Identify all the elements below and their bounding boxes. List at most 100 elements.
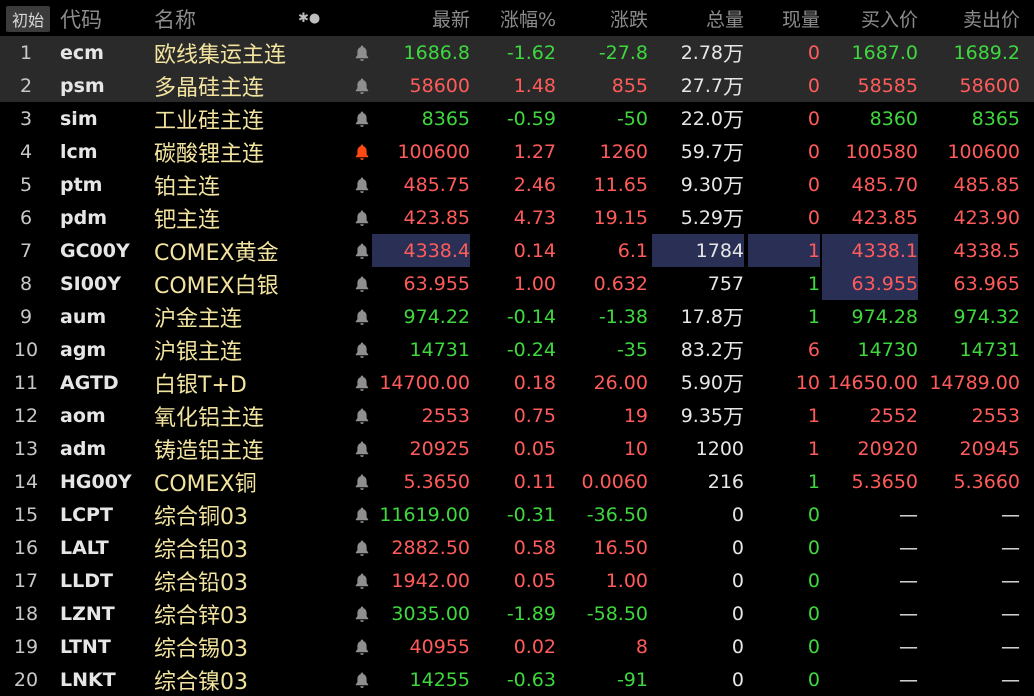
last-price: 2882.50 [391,536,470,559]
table-row[interactable]: 20 LNKT 综合镍03 14255 -0.63 -91 0 0 — — [0,663,1034,696]
volume-unit: 万 [723,305,744,330]
change-percent: -0.59 [506,107,556,130]
bell-icon[interactable] [350,234,374,267]
bell-icon[interactable] [350,498,374,531]
table-row[interactable]: 11 AGTD 白银T+D 14700.00 0.18 26.00 5.90 万 10 14650… [0,366,1034,399]
bell-icon[interactable] [350,168,374,201]
table-row[interactable]: 12 aom 氧化铝主连 2553 0.75 19 9.35 万 1 2552 2553 [0,399,1034,432]
volume-value: 1784 [695,239,744,262]
ask-price: 20945 [959,437,1020,460]
change-value: 0.0060 [581,470,648,493]
volume-value: 2.78 [680,41,723,64]
ask-price: 974.32 [953,305,1020,328]
ask-price: 2553 [971,404,1020,427]
change-percent: -0.14 [506,305,556,328]
ask-price: — [1001,569,1020,592]
symbol-code: agm [60,338,107,361]
bell-icon[interactable] [350,333,374,366]
symbol-name: 多晶硅主连 [154,75,265,101]
ask-price: 58600 [959,74,1020,97]
table-row[interactable]: 13 adm 铸造铝主连 20925 0.05 10 1200 1 20920 20945 [0,432,1034,465]
table-row[interactable]: 17 LLDT 综合铅03 1942.00 0.05 1.00 0 0 — — [0,564,1034,597]
bell-icon[interactable] [350,630,374,663]
table-row[interactable]: 8 SI00Y COMEX白银 63.955 1.00 0.632 757 1 63.955 63… [0,267,1034,300]
bell-icon[interactable] [350,69,374,102]
change-value: 11.65 [593,173,648,196]
header-last[interactable]: 最新 [372,2,470,35]
total-volume: 22.0 万 [652,102,744,135]
last-price: 974.22 [403,305,470,328]
table-row[interactable]: 7 GC00Y COMEX黄金 4338.4 0.14 6.1 1784 1 4338.1 433… [0,234,1034,267]
table-row[interactable]: 4 lcm 碳酸锂主连 100600 1.27 1260 59.7 万 0 100580 10060… [0,135,1034,168]
volume-unit: 万 [723,338,744,363]
table-row[interactable]: 19 LTNT 综合锡03 40955 0.02 8 0 0 — — [0,630,1034,663]
change-value: 8 [635,635,648,658]
table-row[interactable]: 2 psm 多晶硅主连 58600 1.48 855 27.7 万 0 58585 58600 [0,69,1034,102]
change-percent: 0.05 [513,569,556,592]
row-index: 16 [13,536,39,559]
last-price: 11619.00 [379,503,470,526]
table-row[interactable]: 6 pdm 钯主连 423.85 4.73 19.15 5.29 万 0 423.85 423.90 [0,201,1034,234]
row-index: 8 [19,272,33,295]
total-volume: 0 [652,531,744,564]
bell-icon[interactable] [350,663,374,696]
init-button[interactable]: 初始 [6,6,50,32]
header-chg[interactable]: 涨跌 [560,2,648,35]
change-percent: -1.62 [506,41,556,64]
header-volume[interactable]: 总量 [652,2,744,35]
last-price: 14731 [409,338,470,361]
table-row[interactable]: 1 ecm 欧线集运主连 1686.8 -1.62 -27.8 2.78 万 0 1687.0 16… [0,36,1034,69]
header-pct[interactable]: 涨幅% [474,2,556,35]
bell-icon[interactable] [350,201,374,234]
bell-icon[interactable] [350,564,374,597]
volume-unit: 万 [723,107,744,132]
table-row[interactable]: 15 LCPT 综合铜03 11619.00 -0.31 -36.50 0 0 — — [0,498,1034,531]
change-percent: 0.18 [513,371,556,394]
header-name[interactable]: 名称 [154,2,196,35]
symbol-name: 综合锡03 [154,636,248,662]
last-price: 1686.8 [403,41,470,64]
row-index: 13 [13,437,39,460]
bid-price: — [899,635,918,658]
bell-icon[interactable] [350,366,374,399]
table-row[interactable]: 10 agm 沪银主连 14731 -0.24 -35 83.2 万 6 14730 14731 [0,333,1034,366]
volume-value: 9.30 [680,173,723,196]
bell-icon[interactable] [350,36,374,69]
change-percent: 0.14 [513,239,556,262]
bell-icon[interactable] [350,300,374,333]
table-row[interactable]: 9 aum 沪金主连 974.22 -0.14 -1.38 17.8 万 1 974.28 974.… [0,300,1034,333]
bell-icon[interactable] [350,597,374,630]
header-bid[interactable]: 买入价 [822,2,918,35]
row-index: 10 [13,338,39,361]
row-index: 14 [13,470,39,493]
total-volume: 9.30 万 [652,168,744,201]
volume-value: 27.7 [680,74,723,97]
header-current-volume[interactable]: 现量 [748,2,820,35]
table-row[interactable]: 3 sim 工业硅主连 8365 -0.59 -50 22.0 万 0 8360 8365 [0,102,1034,135]
last-price: 40955 [409,635,470,658]
table-row[interactable]: 18 LZNT 综合锌03 3035.00 -1.89 -58.50 0 0 — — [0,597,1034,630]
table-row[interactable]: 16 LALT 综合铝03 2882.50 0.58 16.50 0 0 — — [0,531,1034,564]
symbol-name: 工业硅主连 [154,108,265,134]
change-value: -1.38 [598,305,648,328]
table-row[interactable]: 5 ptm 铂主连 485.75 2.46 11.65 9.30 万 0 485.70 485.85 [0,168,1034,201]
header-ask[interactable]: 卖出价 [922,2,1020,35]
symbol-name: 综合铜03 [154,504,248,530]
ask-price: 63.965 [953,272,1020,295]
header-settings-icon[interactable]: ✱● [298,2,338,35]
bell-icon[interactable] [350,102,374,135]
bell-icon[interactable] [350,465,374,498]
volume-value: 83.2 [680,338,723,361]
row-index: 5 [19,173,33,196]
bell-icon[interactable] [350,432,374,465]
bell-icon[interactable] [350,399,374,432]
header-code[interactable]: 代码 [60,2,102,35]
bell-icon[interactable] [350,531,374,564]
volume-value: 17.8 [680,305,723,328]
table-row[interactable]: 14 HG00Y COMEX铜 5.3650 0.11 0.0060 216 1 5.3650 5… [0,465,1034,498]
bell-icon[interactable] [350,267,374,300]
symbol-code: LTNT [60,635,111,658]
alert-bell-icon[interactable] [350,135,374,168]
symbol-code: aum [60,305,107,328]
volume-value: 0 [731,569,744,592]
